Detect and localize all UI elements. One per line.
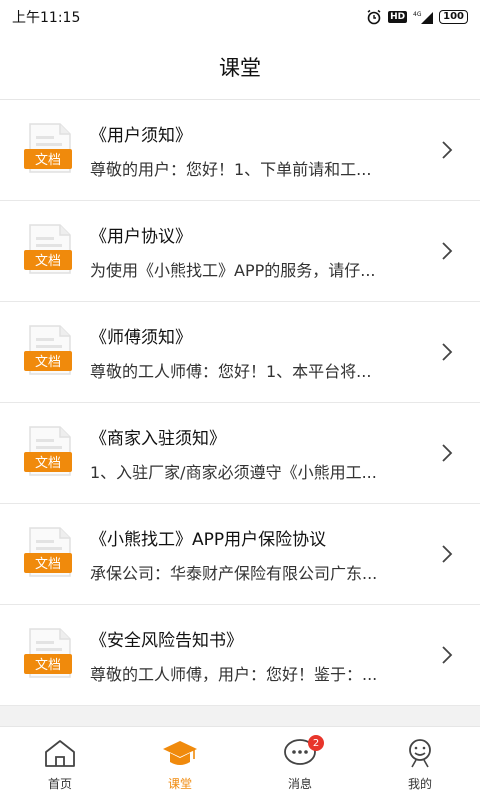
document-list-item[interactable]: 文档 《小熊找工》APP用户保险协议 承保公司：华泰财产保险有限公司广东... (0, 504, 480, 605)
document-list-item[interactable]: 文档 《用户协议》 为使用《小熊找工》APP的服务，请仔... (0, 201, 480, 302)
document-description: 为使用《小熊找工》APP的服务，请仔... (90, 260, 376, 280)
tab-profile-label: 我的 (407, 777, 432, 791)
document-icon: 文档 (24, 628, 72, 678)
page-header: 课堂 (0, 34, 480, 100)
document-icon: 文档 (24, 325, 72, 375)
network-type-label: 4G (413, 11, 422, 18)
document-badge-label: 文档 (35, 456, 61, 471)
battery-icon: 100 (439, 10, 468, 24)
tab-classroom[interactable]: 课堂 (120, 727, 240, 800)
chevron-right-icon (442, 646, 453, 664)
bottom-tab-bar: 首页 课堂 2 消息 我的 (0, 726, 480, 800)
chevron-right-icon (442, 343, 453, 361)
status-bar: 上午11:15 HD 4G 100 (0, 0, 480, 34)
document-title: 《商家入驻须知》 (90, 428, 226, 449)
document-title: 《师傅须知》 (90, 327, 192, 348)
document-text: 《用户协议》 为使用《小熊找工》APP的服务，请仔... (90, 222, 426, 281)
tab-messages[interactable]: 2 消息 (240, 727, 360, 800)
document-text: 《师傅须知》 尊敬的工人师傅：您好！1、本平台将... (90, 323, 426, 382)
document-text: 《用户须知》 尊敬的用户：您好！1、下单前请和工... (90, 121, 426, 180)
signal-icon: 4G (413, 11, 434, 24)
status-time: 上午11:15 (12, 10, 81, 26)
document-description: 承保公司：华泰财产保险有限公司广东... (90, 563, 378, 583)
unread-count-badge: 2 (308, 735, 324, 751)
document-icon: 文档 (24, 123, 72, 173)
status-icons: HD 4G 100 (366, 9, 468, 25)
list-footer-spacer (0, 706, 480, 726)
document-badge-label: 文档 (35, 557, 61, 572)
document-list-item[interactable]: 文档 《安全风险告知书》 尊敬的工人师傅，用户：您好！鉴于：... (0, 605, 480, 706)
hd-icon: HD (388, 11, 408, 23)
user-icon (409, 739, 431, 768)
document-icon: 文档 (24, 426, 72, 476)
document-title: 《小熊找工》APP用户保险协议 (90, 529, 327, 550)
document-title: 《安全风险告知书》 (90, 630, 243, 651)
document-list-item[interactable]: 文档 《商家入驻须知》 1、入驻厂家/商家必须遵守《小熊用工... (0, 403, 480, 504)
document-list-item[interactable]: 文档 《用户须知》 尊敬的用户：您好！1、下单前请和工... (0, 100, 480, 201)
chevron-right-icon (442, 242, 453, 260)
document-description: 尊敬的用户：您好！1、下单前请和工... (90, 159, 372, 179)
tab-classroom-label: 课堂 (167, 777, 192, 791)
document-title: 《用户协议》 (90, 226, 192, 247)
graduation-cap-icon (163, 741, 197, 765)
document-text: 《小熊找工》APP用户保险协议 承保公司：华泰财产保险有限公司广东... (90, 525, 426, 584)
document-badge-label: 文档 (35, 153, 61, 168)
tab-messages-label: 消息 (287, 777, 312, 791)
document-title: 《用户须知》 (90, 125, 192, 146)
home-icon (45, 740, 75, 767)
document-icon: 文档 (24, 224, 72, 274)
document-list-item[interactable]: 文档 《师傅须知》 尊敬的工人师傅：您好！1、本平台将... (0, 302, 480, 403)
tab-profile[interactable]: 我的 (360, 727, 480, 800)
tab-home-label: 首页 (47, 777, 72, 791)
document-badge-label: 文档 (35, 355, 61, 370)
tab-home[interactable]: 首页 (0, 727, 120, 800)
page-title: 课堂 (219, 55, 261, 80)
document-badge-label: 文档 (35, 658, 61, 673)
document-description: 尊敬的工人师傅，用户：您好！鉴于：... (90, 664, 378, 684)
chevron-right-icon (442, 141, 453, 159)
document-description: 尊敬的工人师傅：您好！1、本平台将... (90, 361, 372, 381)
document-text: 《商家入驻须知》 1、入驻厂家/商家必须遵守《小熊用工... (90, 424, 426, 483)
alarm-icon (367, 9, 381, 25)
chevron-right-icon (442, 545, 453, 563)
document-badge-label: 文档 (35, 254, 61, 269)
chevron-right-icon (442, 444, 453, 462)
document-description: 1、入驻厂家/商家必须遵守《小熊用工... (90, 462, 377, 482)
document-icon: 文档 (24, 527, 72, 577)
document-text: 《安全风险告知书》 尊敬的工人师傅，用户：您好！鉴于：... (90, 626, 426, 685)
document-list: 文档 《用户须知》 尊敬的用户：您好！1、下单前请和工... 文档 《用户协议》… (0, 100, 480, 706)
